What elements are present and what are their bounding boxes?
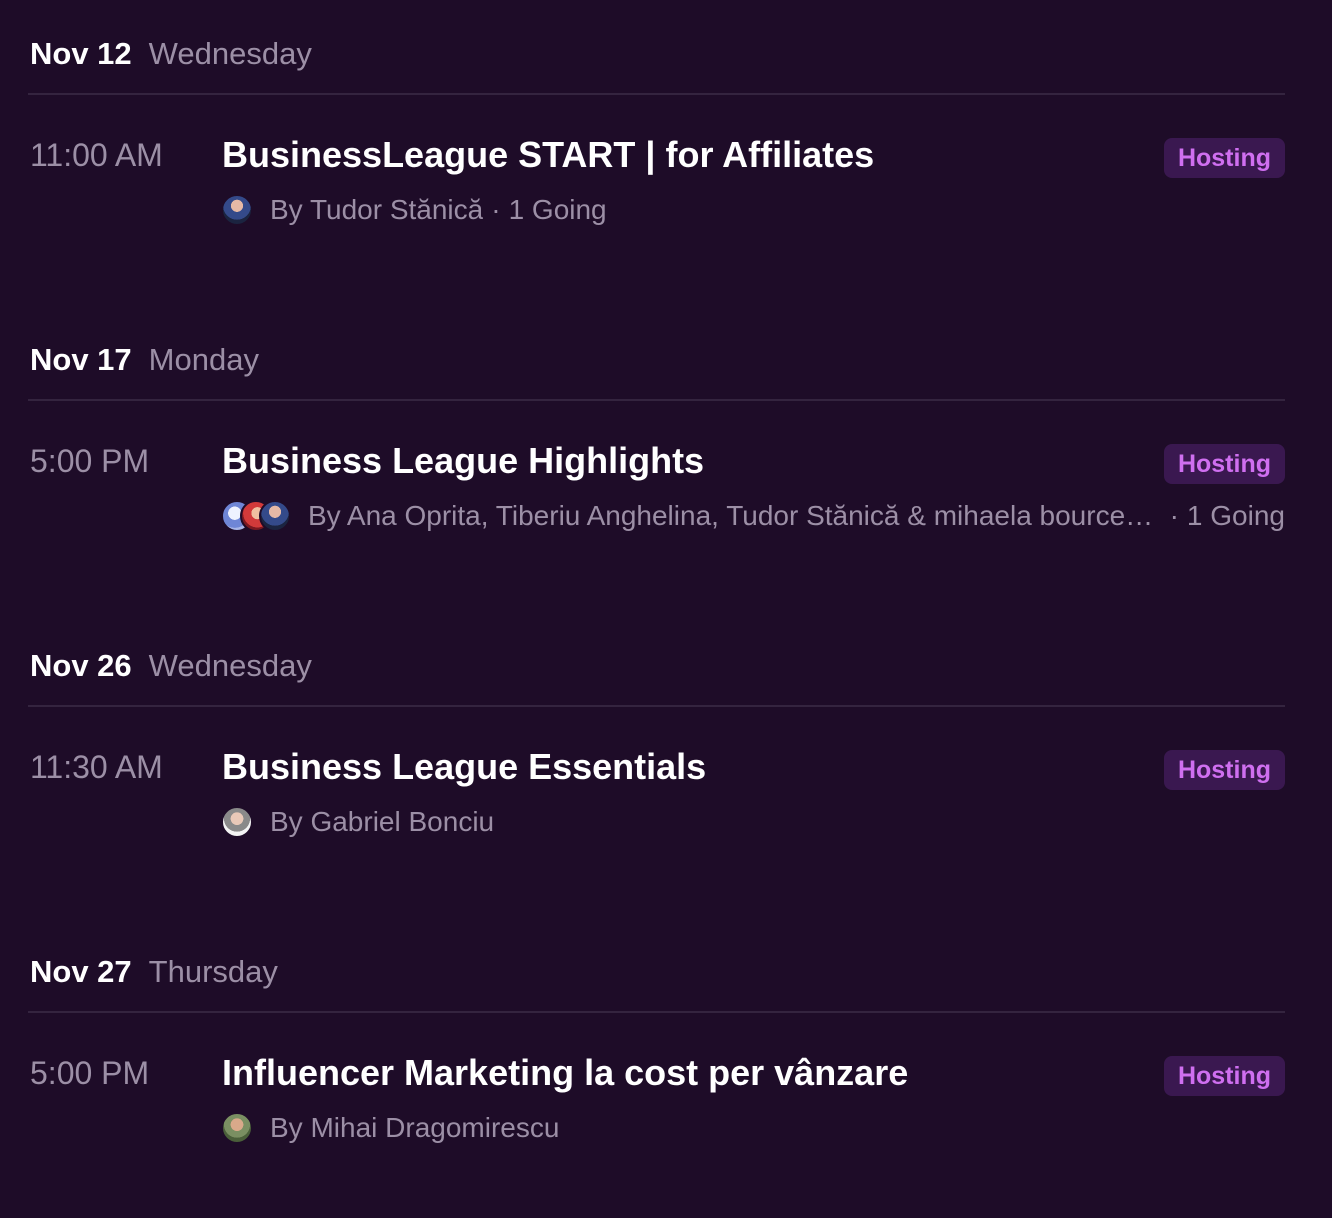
event-time: 11:00 AM	[30, 137, 163, 173]
date-section-nov-12: Nov 12 Wednesday 11:00 AM BusinessLeague…	[28, 34, 1285, 226]
section-divider	[28, 705, 1285, 707]
hosting-badge: Hosting	[1163, 1056, 1285, 1096]
avatar	[221, 806, 253, 838]
hosting-badge: Hosting	[1163, 750, 1285, 790]
host-avatars	[221, 1112, 253, 1144]
avatar	[221, 1112, 253, 1144]
section-divider	[28, 1011, 1285, 1013]
hosting-badge: Hosting	[1163, 444, 1285, 484]
event-meta: By Mihai Dragomirescu	[221, 1110, 1285, 1146]
date-section-nov-17: Nov 17 Monday 5:00 PM Business League Hi…	[28, 340, 1285, 532]
event-time: 11:30 AM	[30, 749, 163, 785]
date-header: Nov 26 Wednesday	[30, 646, 1285, 686]
event-hosts: By Mihai Dragomirescu	[270, 1112, 560, 1143]
weekday-label: Thursday	[148, 954, 278, 989]
hosting-badge: Hosting	[1163, 138, 1285, 178]
event-time: 5:00 PM	[30, 443, 150, 479]
section-divider	[28, 399, 1285, 401]
date-label: Nov 26	[30, 648, 132, 683]
event-card[interactable]: 5:00 PM Business League Highlights Hosti…	[30, 440, 1285, 560]
event-title[interactable]: BusinessLeague START | for Affiliates	[222, 134, 874, 176]
meta-separator: ·	[1169, 500, 1179, 531]
host-avatars	[221, 806, 253, 838]
event-title[interactable]: Business League Essentials	[222, 746, 706, 788]
weekday-label: Wednesday	[148, 36, 312, 71]
section-divider	[28, 93, 1285, 95]
date-header: Nov 27 Thursday	[30, 952, 1285, 992]
event-meta: By Ana Oprita, Tiberiu Anghelina, Tudor …	[221, 498, 1285, 534]
avatar	[259, 500, 291, 532]
event-hosts: By Gabriel Bonciu	[270, 806, 495, 837]
going-count: 1 Going	[1186, 500, 1285, 531]
event-time: 5:00 PM	[30, 1055, 150, 1091]
date-label: Nov 12	[30, 36, 132, 71]
date-section-nov-27: Nov 27 Thursday 5:00 PM Influencer Marke…	[28, 952, 1285, 1144]
event-meta: By Tudor Stănică · 1 Going	[221, 192, 1285, 228]
event-card[interactable]: 5:00 PM Influencer Marketing la cost per…	[30, 1052, 1285, 1172]
date-label: Nov 17	[30, 342, 132, 377]
host-avatars	[221, 194, 253, 226]
weekday-label: Monday	[148, 342, 259, 377]
event-hosts: By Tudor Stănică	[270, 194, 484, 225]
date-header: Nov 17 Monday	[30, 340, 1285, 380]
event-meta: By Gabriel Bonciu	[221, 804, 1285, 840]
meta-separator: ·	[491, 194, 501, 225]
host-avatars	[221, 500, 291, 532]
avatar	[221, 194, 253, 226]
date-header: Nov 12 Wednesday	[30, 34, 1285, 74]
event-card[interactable]: 11:00 AM BusinessLeague START | for Affi…	[30, 134, 1285, 254]
event-card[interactable]: 11:30 AM Business League Essentials Host…	[30, 746, 1285, 866]
weekday-label: Wednesday	[148, 648, 312, 683]
event-title[interactable]: Influencer Marketing la cost per vânzare	[222, 1052, 908, 1094]
event-hosts: By Ana Oprita, Tiberiu Anghelina, Tudor …	[308, 500, 1162, 531]
going-count: 1 Going	[508, 194, 607, 225]
event-title[interactable]: Business League Highlights	[222, 440, 704, 482]
date-label: Nov 27	[30, 954, 132, 989]
date-section-nov-26: Nov 26 Wednesday 11:30 AM Business Leagu…	[28, 646, 1285, 838]
